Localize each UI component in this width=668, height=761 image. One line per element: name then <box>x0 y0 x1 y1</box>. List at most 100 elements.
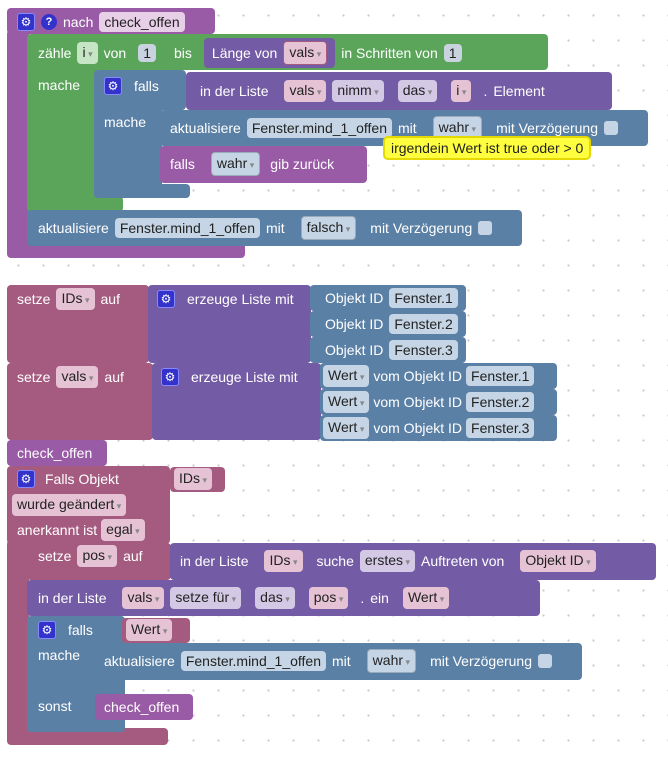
condition-var-dropdown[interactable]: Wert <box>126 619 173 641</box>
proc-label: nach <box>63 14 94 30</box>
list-var-dropdown[interactable]: vals <box>284 80 327 102</box>
step-value[interactable]: 1 <box>443 44 462 62</box>
list-label: in der Liste <box>200 83 269 99</box>
object-id-field[interactable]: Fenster.2 <box>466 392 535 412</box>
gear-icon[interactable]: ⚙ <box>17 470 35 488</box>
loop-label: zähle <box>38 45 72 61</box>
var-dropdown[interactable]: IDs <box>56 288 95 310</box>
object-id-field[interactable]: Fenster.1 <box>389 288 458 308</box>
list-label: in der Liste <box>180 553 249 569</box>
list-var-dropdown[interactable]: IDs <box>264 550 303 572</box>
object-id-field[interactable]: Fenster.3 <box>466 418 535 438</box>
object-id-label: Objekt ID <box>325 342 384 358</box>
delay-label: mit Verzögerung <box>496 120 599 136</box>
gear-icon[interactable]: ⚙ <box>17 13 35 31</box>
item-var-dropdown[interactable]: Objekt ID <box>520 550 596 572</box>
update-label: aktualisiere <box>104 653 175 669</box>
dot-label: . <box>360 590 365 606</box>
if-label: falls <box>134 78 159 94</box>
update-label: aktualisiere <box>170 120 241 136</box>
set-label: setze <box>38 548 72 564</box>
which-dropdown[interactable]: erstes <box>359 550 416 572</box>
delay-checkbox[interactable] <box>538 654 553 668</box>
return-label: gib zurück <box>270 156 335 172</box>
bool-dropdown[interactable]: wahr <box>366 649 417 673</box>
object-id-field[interactable]: Fenster.2 <box>389 314 458 334</box>
gear-icon[interactable]: ⚙ <box>104 77 122 95</box>
with-label: mit <box>266 220 285 236</box>
property-dropdown[interactable]: Wert <box>323 365 370 387</box>
if-label: falls <box>68 622 93 638</box>
call-label: check_offen <box>104 699 180 715</box>
procedure-body <box>7 30 29 255</box>
list-var-dropdown[interactable]: vals <box>283 41 328 65</box>
ids-var-dropdown[interactable]: IDs <box>174 468 213 490</box>
object-id-field[interactable]: Fenster.1 <box>466 366 535 386</box>
step-label: in Schritten von <box>341 45 438 61</box>
gear-icon[interactable]: ⚙ <box>38 621 56 639</box>
op-dropdown[interactable]: nimm <box>332 80 384 102</box>
occurrence-label: Auftreten von <box>421 553 505 569</box>
delay-label: mit Verzögerung <box>370 220 473 236</box>
property-dropdown[interactable]: Wert <box>323 391 370 413</box>
find-label: suche <box>316 553 354 569</box>
object-id-field[interactable]: Fenster.3 <box>389 340 458 360</box>
length-block[interactable]: Länge von vals <box>203 38 336 68</box>
if-bottom <box>94 184 190 198</box>
from-object-label: vom Objekt ID <box>373 420 463 436</box>
bool-dropdown[interactable]: falsch <box>300 216 357 240</box>
list-var-dropdown[interactable]: vals <box>122 587 165 609</box>
help-icon[interactable]: ? <box>41 14 57 30</box>
var-dropdown[interactable]: pos <box>77 545 118 567</box>
event-label: Falls Objekt <box>45 471 119 487</box>
with-label: mit <box>332 653 351 669</box>
event-body <box>7 540 29 740</box>
property-dropdown[interactable]: Wert <box>323 417 370 439</box>
with-label: mit <box>398 120 417 136</box>
length-label: Länge von <box>211 45 278 61</box>
object-id-field[interactable]: Fenster.mind_1_offen <box>180 651 326 671</box>
index-var-dropdown[interactable]: pos <box>308 587 349 609</box>
do-label: mache <box>104 114 147 130</box>
do-label: mache <box>38 77 81 93</box>
which-dropdown[interactable]: das <box>397 80 438 102</box>
list-label: in der Liste <box>38 590 107 606</box>
which-dropdown[interactable]: das <box>255 587 295 609</box>
to-label: bis <box>174 45 192 61</box>
delay-checkbox[interactable] <box>604 121 619 135</box>
value-var-dropdown[interactable]: Wert <box>402 587 450 609</box>
if-label: falls <box>170 156 195 172</box>
insert-label: ein <box>370 590 389 606</box>
dot-label: . <box>483 83 488 99</box>
call-label: check_offen <box>17 445 93 461</box>
ack-label: anerkannt ist <box>17 522 98 538</box>
from-object-label: vom Objekt ID <box>373 394 463 410</box>
proc-name-field[interactable]: check_offen <box>99 12 185 32</box>
tooltip: irgendein Wert ist true oder > 0 <box>383 136 592 160</box>
set-label: setze <box>17 291 51 307</box>
to-label: auf <box>104 369 124 385</box>
object-id-label: Objekt ID <box>325 316 384 332</box>
change-type-dropdown[interactable]: wurde geändert <box>12 494 127 516</box>
bool-dropdown[interactable]: wahr <box>210 152 261 176</box>
object-id-field[interactable]: Fenster.mind_1_offen <box>114 218 260 238</box>
element-label: Element <box>493 83 545 99</box>
op-dropdown[interactable]: setze für <box>170 587 242 609</box>
object-id-field[interactable]: Fenster.mind_1_offen <box>246 118 392 138</box>
from-label: von <box>103 45 127 61</box>
from-value[interactable]: 1 <box>138 44 156 62</box>
gear-icon[interactable]: ⚙ <box>161 368 179 386</box>
create-list-label: erzeuge Liste mit <box>191 369 298 385</box>
do-label: mache <box>38 647 81 663</box>
create-list-label: erzeuge Liste mit <box>187 291 294 307</box>
from-object-label: vom Objekt ID <box>373 368 463 384</box>
index-var-dropdown[interactable]: i <box>451 80 472 102</box>
gear-icon[interactable]: ⚙ <box>157 290 175 308</box>
loop-var-dropdown[interactable]: i <box>77 42 98 64</box>
delay-label: mit Verzögerung <box>430 653 533 669</box>
update-label: aktualisiere <box>38 220 109 236</box>
to-label: auf <box>123 548 143 564</box>
var-dropdown[interactable]: vals <box>56 366 99 388</box>
ack-dropdown[interactable]: egal <box>101 519 145 541</box>
delay-checkbox[interactable] <box>478 221 493 235</box>
